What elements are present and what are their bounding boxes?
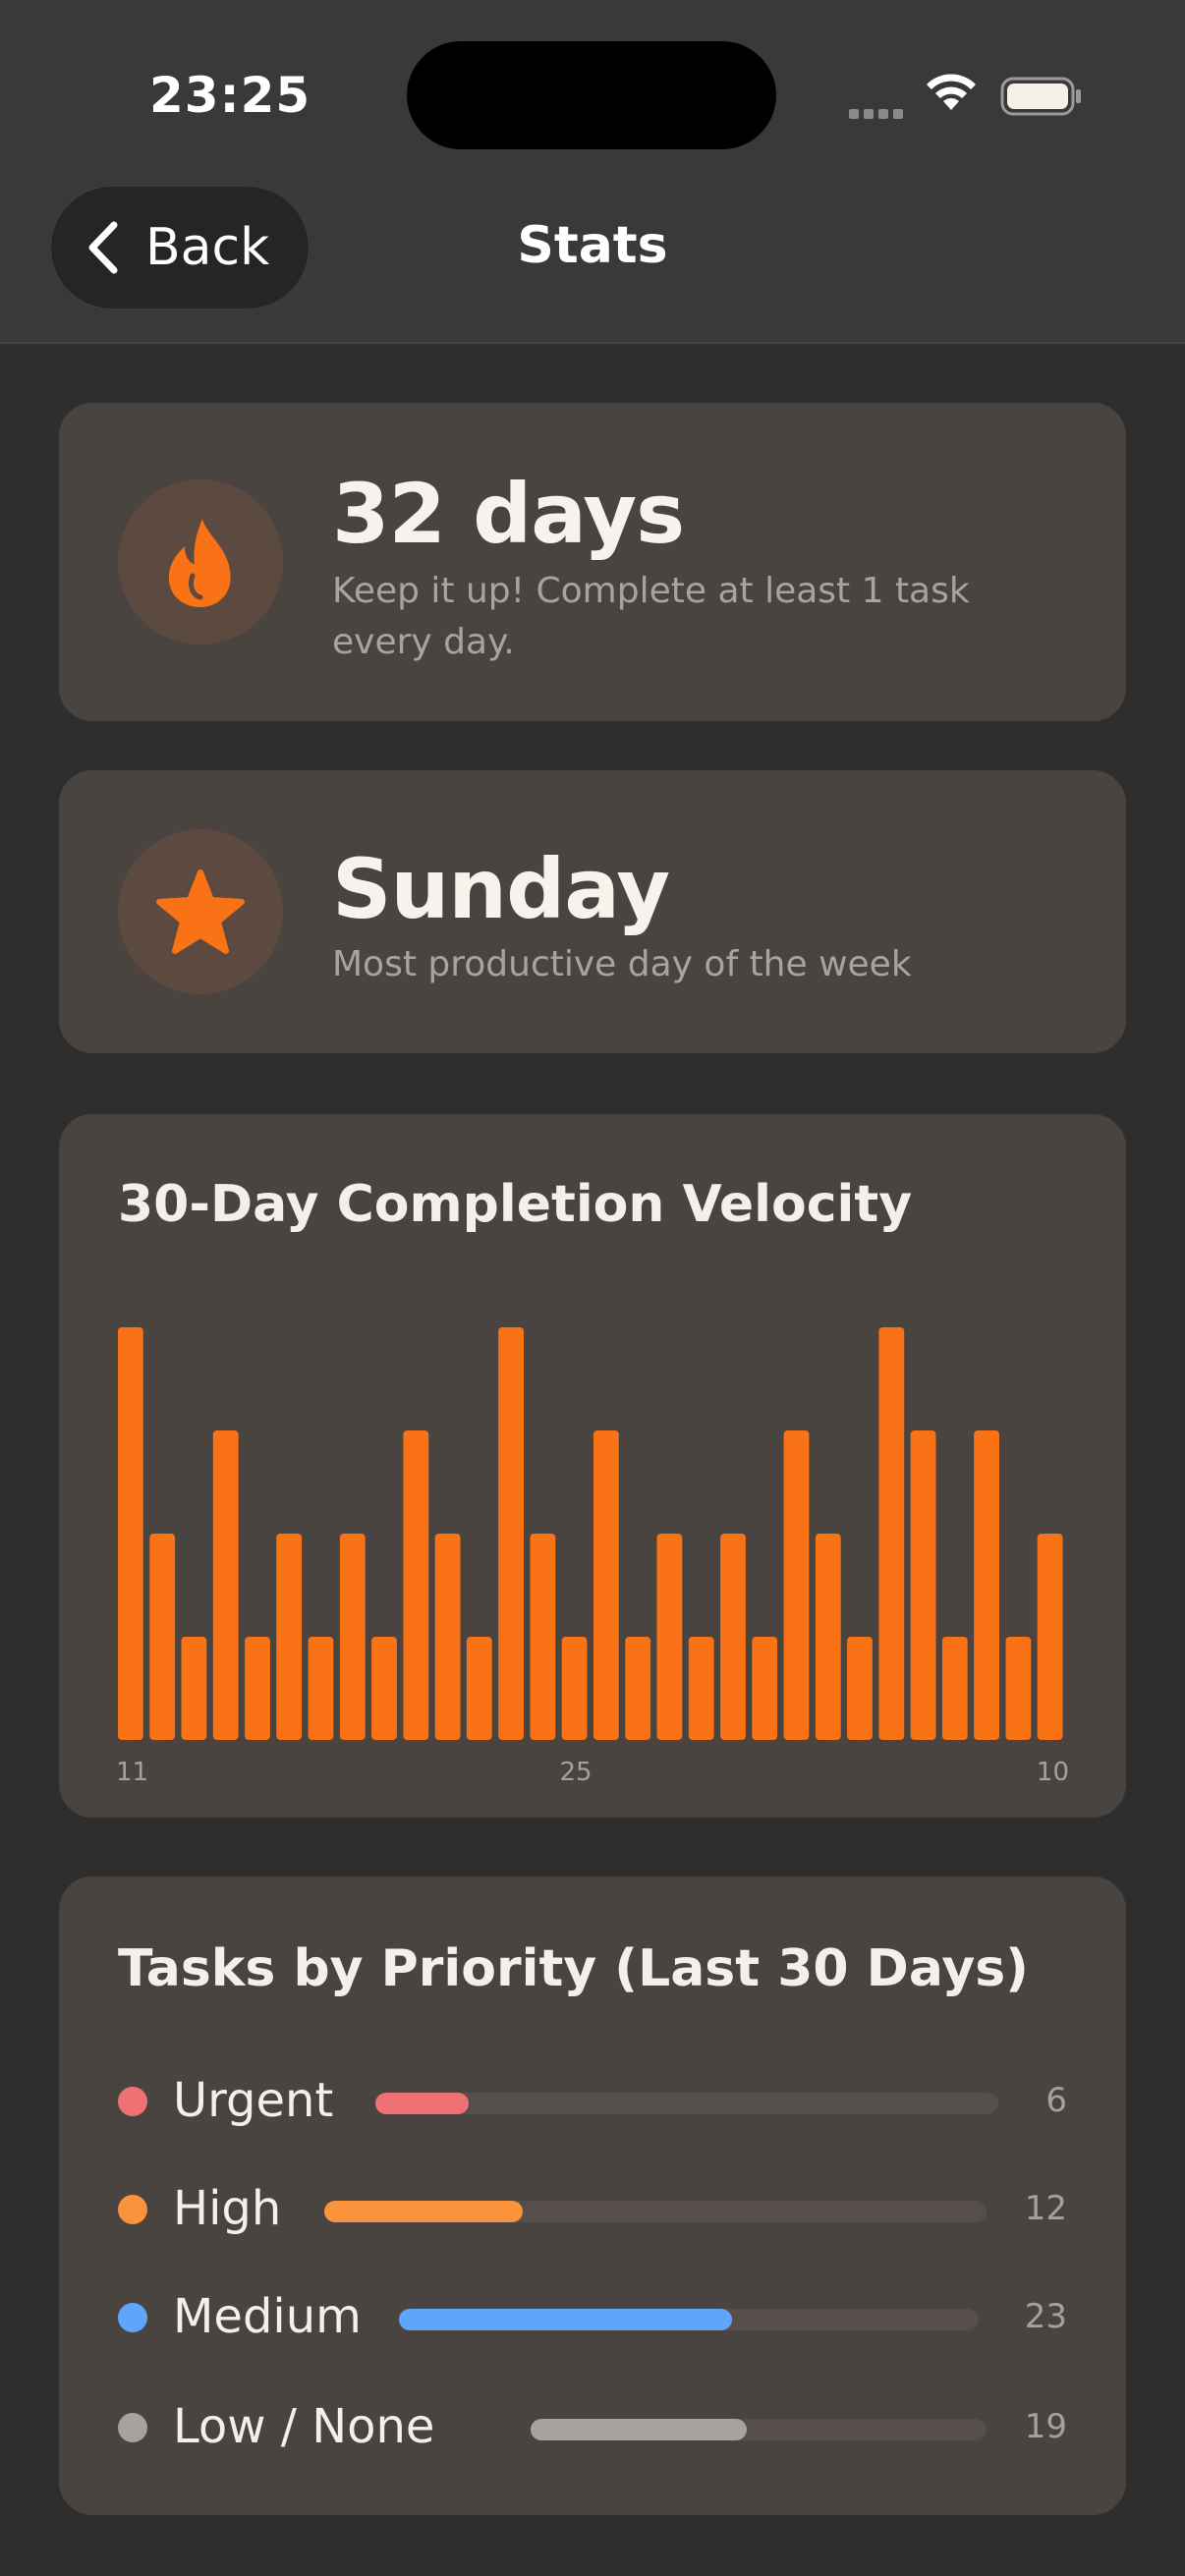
x-tick-label-end: 10 — [1037, 1758, 1069, 1787]
streak-card: 32 days Keep it up! Complete at least 1 … — [59, 403, 1126, 721]
priority-count: 19 — [1024, 2407, 1067, 2446]
top-header: 23:25 Back Stats — [0, 0, 1185, 344]
velocity-bar — [561, 1637, 588, 1740]
velocity-bar — [878, 1327, 905, 1740]
velocity-bar — [308, 1637, 334, 1740]
velocity-bar — [498, 1327, 524, 1740]
x-tick-label-start: 11 — [116, 1758, 148, 1787]
velocity-bar — [1037, 1534, 1063, 1740]
status-time: 23:25 — [149, 67, 311, 124]
priority-card: Tasks by Priority (Last 30 Days) Urgent … — [59, 1876, 1126, 2515]
velocity-bar — [118, 1327, 143, 1740]
dynamic-island — [407, 41, 776, 149]
priority-dot — [118, 2413, 147, 2442]
priority-track — [375, 2093, 998, 2114]
priority-bar-fill — [531, 2419, 748, 2440]
velocity-bar — [245, 1637, 270, 1740]
priority-count: 12 — [1024, 2189, 1067, 2228]
velocity-bar — [466, 1637, 492, 1740]
star-icon — [156, 869, 245, 954]
priority-bar-fill — [324, 2201, 524, 2222]
velocity-bar — [403, 1430, 429, 1740]
velocity-bar — [1005, 1637, 1032, 1740]
velocity-bar — [625, 1637, 651, 1740]
velocity-bar — [593, 1430, 619, 1740]
priority-track — [399, 2309, 979, 2330]
cellular-signal-icon — [849, 104, 908, 123]
velocity-bar — [752, 1637, 778, 1740]
priority-track — [531, 2419, 987, 2440]
velocity-bar — [149, 1534, 176, 1740]
streak-subtitle: Keep it up! Complete at least 1 task eve… — [332, 571, 970, 662]
priority-label: Urgent — [173, 2073, 334, 2128]
priority-count: 6 — [1045, 2081, 1067, 2120]
productive-day-subtitle: Most productive day of the week — [332, 944, 912, 984]
priority-row-high: High 12 — [118, 2179, 1067, 2238]
priority-count: 23 — [1024, 2297, 1067, 2336]
velocity-bar — [783, 1430, 810, 1740]
velocity-bar — [434, 1534, 461, 1740]
page-title: Stats — [517, 216, 668, 275]
priority-label: Medium — [173, 2289, 362, 2344]
priority-dot — [118, 2195, 147, 2224]
velocity-bar — [815, 1534, 841, 1740]
velocity-bar — [371, 1637, 397, 1740]
velocity-bar — [720, 1534, 746, 1740]
velocity-bar — [688, 1637, 714, 1740]
velocity-bar — [847, 1637, 873, 1740]
velocity-bar — [974, 1430, 999, 1740]
velocity-bar — [339, 1534, 366, 1740]
priority-dot — [118, 2087, 147, 2116]
flame-icon — [168, 519, 231, 607]
streak-value: 32 days — [332, 466, 685, 562]
priority-row-urgent: Urgent 6 — [118, 2071, 1067, 2130]
velocity-bar — [181, 1637, 207, 1740]
productive-day-value: Sunday — [332, 841, 670, 937]
priority-label: Low / None — [173, 2399, 435, 2454]
x-tick-label-middle: 25 — [559, 1758, 592, 1787]
priority-bar-fill — [399, 2309, 733, 2330]
priority-title: Tasks by Priority (Last 30 Days) — [118, 1939, 1029, 1998]
productive-day-card: Sunday Most productive day of the week — [59, 770, 1126, 1053]
priority-dot — [118, 2303, 147, 2332]
battery-icon — [1000, 77, 1083, 120]
velocity-bar — [212, 1430, 239, 1740]
wifi-icon — [924, 71, 979, 116]
priority-row-low-none: Low / None 19 — [118, 2397, 1067, 2456]
streak-icon-circle — [118, 479, 283, 644]
velocity-bar — [530, 1534, 556, 1740]
velocity-bar — [656, 1534, 683, 1740]
velocity-bar — [276, 1534, 303, 1740]
priority-track — [324, 2201, 987, 2222]
priority-row-medium: Medium 23 — [118, 2287, 1067, 2346]
priority-bar-fill — [375, 2093, 470, 2114]
velocity-card: 30-Day Completion Velocity 11 25 10 — [59, 1114, 1126, 1818]
star-icon-circle — [118, 829, 283, 994]
velocity-bar-chart: 11 25 10 — [116, 1327, 1069, 1787]
velocity-bar — [910, 1430, 936, 1740]
velocity-bar — [941, 1637, 968, 1740]
priority-label: High — [173, 2181, 282, 2236]
